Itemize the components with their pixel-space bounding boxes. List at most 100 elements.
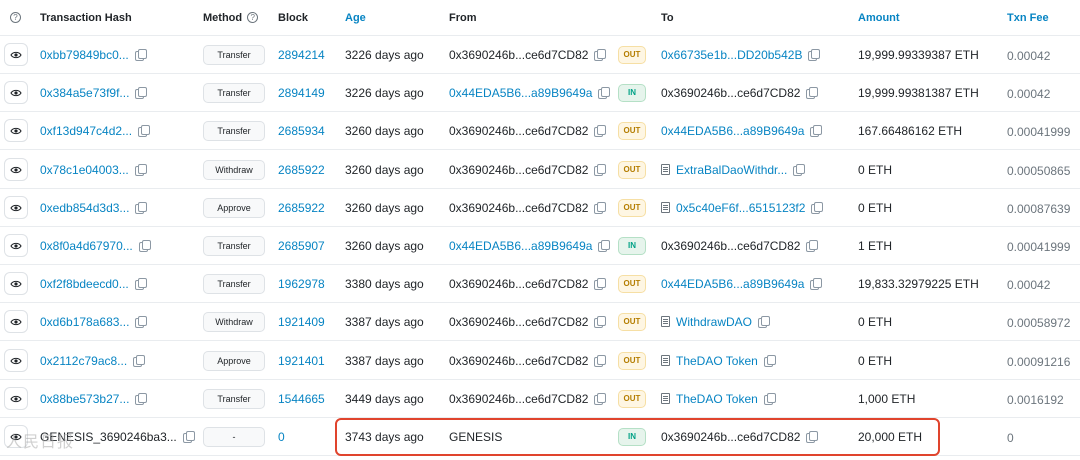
copy-icon[interactable]: [763, 392, 776, 405]
to-address-text[interactable]: ExtraBalDaoWithdr...: [676, 163, 787, 177]
to-address-text[interactable]: TheDAO Token: [676, 392, 758, 406]
eye-icon[interactable]: [4, 234, 28, 257]
to-address-text[interactable]: 0x44EDA5B6...a89B9649a: [661, 124, 804, 138]
from-address-text[interactable]: 0x44EDA5B6...a89B9649a: [449, 239, 592, 253]
col-txn-fee[interactable]: Txn Fee: [1007, 12, 1049, 24]
block-number[interactable]: 1962978: [278, 277, 325, 291]
txn-hash[interactable]: 0xf2f8bdeecd0...: [40, 277, 147, 291]
copy-icon[interactable]: [133, 354, 146, 367]
copy-icon[interactable]: [763, 354, 776, 367]
txn-hash-text[interactable]: 0xbb79849bc0...: [40, 48, 129, 62]
to-address[interactable]: TheDAO Token: [661, 354, 776, 368]
copy-icon[interactable]: [594, 278, 607, 291]
help-icon[interactable]: ?: [10, 12, 21, 23]
copy-icon[interactable]: [594, 392, 607, 405]
copy-icon[interactable]: [594, 125, 607, 138]
copy-icon[interactable]: [182, 431, 195, 443]
copy-icon[interactable]: [806, 240, 819, 252]
txn-hash-text[interactable]: 0xd6b178a683...: [40, 315, 129, 329]
eye-icon[interactable]: [4, 119, 28, 143]
copy-icon[interactable]: [598, 87, 611, 100]
copy-icon[interactable]: [594, 163, 607, 176]
copy-icon[interactable]: [808, 49, 821, 61]
to-address-text[interactable]: 0x5c40eF6f...6515123f2: [676, 201, 805, 215]
txn-hash-text[interactable]: 0xedb854d3d3...: [40, 201, 129, 215]
block-number[interactable]: 2685922: [278, 163, 325, 177]
to-address-text[interactable]: WithdrawDAO: [676, 315, 752, 329]
eye-icon[interactable]: [4, 195, 28, 219]
copy-icon[interactable]: [134, 278, 147, 291]
help-icon[interactable]: ?: [247, 12, 259, 23]
eye-icon[interactable]: [4, 348, 28, 372]
copy-icon[interactable]: [135, 87, 148, 100]
txn-hash-text[interactable]: 0x2112c79ac8...: [40, 354, 127, 368]
txn-hash-text[interactable]: 0x384a5e73f9f...: [40, 86, 129, 100]
from-address[interactable]: 0x44EDA5B6...a89B9649a: [449, 239, 611, 253]
to-address[interactable]: 0x66735e1b...DD20b542B: [661, 48, 821, 62]
txn-hash[interactable]: 0x8f0a4d67970...: [40, 239, 151, 253]
block-number[interactable]: 2894214: [278, 48, 325, 62]
copy-icon[interactable]: [810, 278, 823, 291]
to-address[interactable]: ExtraBalDaoWithdr...: [661, 163, 806, 177]
block-number[interactable]: 0: [278, 430, 285, 444]
txn-hash-text[interactable]: 0xf13d947c4d2...: [40, 124, 132, 138]
to-address-text[interactable]: TheDAO Token: [676, 354, 758, 368]
eye-icon[interactable]: [4, 386, 28, 410]
txn-hash[interactable]: 0x88be573b27...: [40, 392, 148, 406]
col-age[interactable]: Age: [345, 12, 366, 24]
copy-icon[interactable]: [134, 49, 147, 61]
copy-icon[interactable]: [594, 354, 607, 367]
to-address[interactable]: 0x44EDA5B6...a89B9649a: [661, 124, 823, 138]
to-address-text[interactable]: 0x66735e1b...DD20b542B: [661, 48, 802, 62]
from-address: 0x3690246b...ce6d7CD82: [449, 201, 607, 215]
block-number[interactable]: 1921401: [278, 354, 325, 368]
copy-icon[interactable]: [793, 163, 806, 176]
block-number[interactable]: 2685922: [278, 201, 325, 215]
txn-hash-text[interactable]: 0x88be573b27...: [40, 392, 129, 406]
copy-icon[interactable]: [135, 201, 148, 214]
txn-hash[interactable]: 0xf13d947c4d2...: [40, 124, 151, 138]
txn-hash[interactable]: 0xbb79849bc0...: [40, 48, 147, 62]
copy-icon[interactable]: [138, 240, 151, 252]
eye-icon[interactable]: [4, 310, 28, 334]
copy-icon[interactable]: [810, 125, 823, 138]
to-address[interactable]: WithdrawDAO: [661, 315, 771, 329]
copy-icon[interactable]: [138, 125, 151, 138]
eye-icon[interactable]: [4, 157, 28, 181]
from-address[interactable]: 0x44EDA5B6...a89B9649a: [449, 86, 611, 100]
block-number[interactable]: 1921409: [278, 315, 325, 329]
txn-hash[interactable]: 0xd6b178a683...: [40, 315, 148, 329]
from-address-text[interactable]: 0x44EDA5B6...a89B9649a: [449, 86, 592, 100]
to-address[interactable]: 0x5c40eF6f...6515123f2: [661, 201, 824, 215]
txn-hash-text[interactable]: 0x8f0a4d67970...: [40, 239, 133, 253]
txn-hash-text[interactable]: 0x78c1e04003...: [40, 163, 129, 177]
to-address[interactable]: 0x44EDA5B6...a89B9649a: [661, 277, 823, 291]
txn-hash-text[interactable]: 0xf2f8bdeecd0...: [40, 277, 129, 291]
amount: 1,000 ETH: [858, 391, 916, 406]
block-number[interactable]: 1544665: [278, 392, 325, 406]
txn-hash[interactable]: 0xedb854d3d3...: [40, 201, 148, 215]
copy-icon[interactable]: [811, 201, 824, 214]
to-address[interactable]: TheDAO Token: [661, 392, 776, 406]
copy-icon[interactable]: [594, 49, 607, 61]
block-number[interactable]: 2685934: [278, 124, 325, 138]
copy-icon[interactable]: [806, 87, 819, 100]
txn-hash[interactable]: 0x384a5e73f9f...: [40, 86, 148, 100]
to-address-text[interactable]: 0x44EDA5B6...a89B9649a: [661, 277, 804, 291]
txn-hash[interactable]: 0x2112c79ac8...: [40, 354, 146, 368]
copy-icon[interactable]: [135, 316, 148, 329]
col-amount[interactable]: Amount: [858, 12, 900, 24]
txn-hash[interactable]: 0x78c1e04003...: [40, 163, 147, 177]
eye-icon[interactable]: [4, 81, 28, 105]
copy-icon[interactable]: [594, 201, 607, 214]
copy-icon[interactable]: [594, 316, 607, 329]
contract-icon: [661, 354, 670, 366]
copy-icon[interactable]: [598, 240, 611, 252]
copy-icon[interactable]: [758, 316, 771, 329]
block-number[interactable]: 2894149: [278, 86, 325, 100]
copy-icon[interactable]: [134, 163, 147, 176]
block-number[interactable]: 2685907: [278, 239, 325, 253]
eye-icon[interactable]: [4, 43, 28, 66]
eye-icon[interactable]: [4, 272, 28, 296]
copy-icon[interactable]: [135, 392, 148, 405]
